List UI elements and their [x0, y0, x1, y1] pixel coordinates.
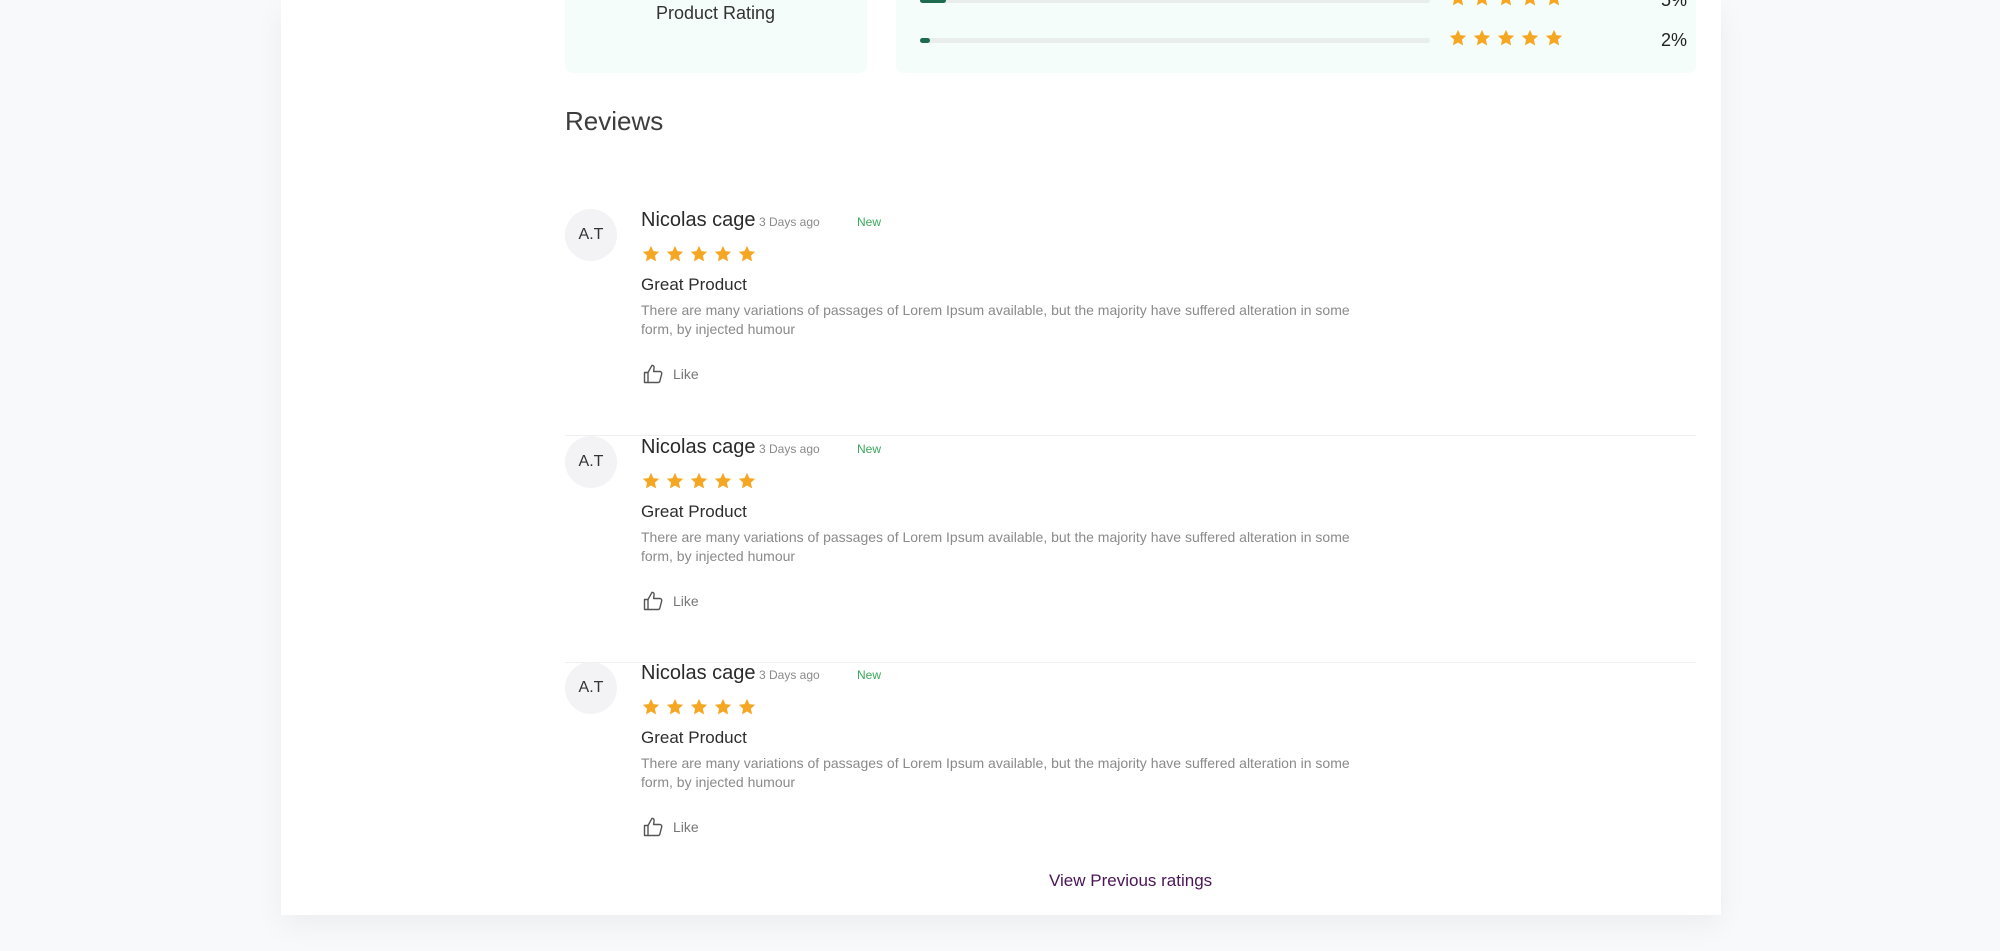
star-icon — [737, 244, 757, 264]
review-body: There are many variations of passages of… — [641, 755, 1350, 790]
star-icon — [713, 244, 733, 264]
review-item: A.T Nicolas cage 3 Days ago New Great Pr… — [565, 662, 1696, 888]
distribution-row: 2% — [920, 28, 1687, 54]
thumbs-up-icon — [641, 362, 665, 386]
reviewer-name: Nicolas cage — [641, 436, 756, 458]
distribution-percent: 2% — [1661, 30, 1688, 50]
star-icon — [689, 244, 709, 264]
rating-summary-panel: Product Rating — [565, 0, 867, 73]
review-stars — [641, 471, 757, 491]
distribution-stars — [1448, 0, 1564, 8]
distribution-bar-fill — [920, 0, 946, 3]
review-item: A.T Nicolas cage 3 Days ago New Great Pr… — [565, 209, 1696, 436]
like-button[interactable]: Like — [641, 362, 699, 386]
thumbs-up-icon — [641, 589, 665, 613]
avatar: A.T — [565, 662, 617, 714]
star-icon — [665, 244, 685, 264]
star-icon — [1544, 0, 1564, 8]
star-icon — [689, 697, 709, 717]
review-stars — [641, 697, 757, 717]
star-icon — [665, 697, 685, 717]
review-stars — [641, 244, 757, 264]
star-icon — [737, 697, 757, 717]
new-badge: New — [857, 442, 882, 456]
review-time: 3 Days ago — [759, 215, 820, 229]
distribution-bar-track — [920, 38, 1430, 43]
like-button[interactable]: Like — [641, 589, 699, 613]
like-label: Like — [673, 366, 699, 382]
new-badge: New — [857, 668, 882, 682]
star-icon — [713, 471, 733, 491]
star-icon — [641, 244, 661, 264]
reviewer-name: Nicolas cage — [641, 662, 756, 684]
review-item: A.T Nicolas cage 3 Days ago New Great Pr… — [565, 436, 1696, 663]
like-button[interactable]: Like — [641, 815, 699, 839]
distribution-percent: 5% — [1661, 0, 1688, 10]
star-icon — [665, 471, 685, 491]
review-body: There are many variations of passages of… — [641, 529, 1350, 564]
review-time: 3 Days ago — [759, 442, 820, 456]
distribution-row: 5% — [920, 0, 1687, 14]
review-body: There are many variations of passages of… — [641, 302, 1350, 337]
distribution-stars — [1448, 28, 1564, 48]
view-previous-ratings-link[interactable]: View Previous ratings — [1049, 871, 1212, 891]
avatar: A.T — [565, 209, 617, 261]
like-label: Like — [673, 593, 699, 609]
distribution-bar-track — [920, 0, 1430, 3]
reviews-heading: Reviews — [565, 106, 664, 136]
star-icon — [1472, 0, 1492, 8]
avatar: A.T — [565, 436, 617, 488]
star-icon — [1520, 0, 1540, 8]
star-icon — [641, 697, 661, 717]
product-rating-label: Product Rating — [656, 3, 776, 23]
new-badge: New — [857, 215, 882, 229]
review-time: 3 Days ago — [759, 668, 820, 682]
star-icon — [1496, 0, 1516, 8]
star-icon — [737, 471, 757, 491]
star-icon — [641, 471, 661, 491]
rating-distribution-panel: 5% 2% — [896, 0, 1696, 73]
review-title: Great Product — [641, 728, 747, 747]
star-icon — [1448, 0, 1468, 8]
reviewer-name: Nicolas cage — [641, 209, 756, 231]
star-icon — [1544, 28, 1564, 48]
star-icon — [713, 697, 733, 717]
star-icon — [689, 471, 709, 491]
star-icon — [1448, 28, 1468, 48]
distribution-bar-fill — [920, 38, 931, 43]
review-title: Great Product — [641, 275, 747, 294]
star-icon — [1520, 28, 1540, 48]
like-label: Like — [673, 819, 699, 835]
thumbs-up-icon — [641, 815, 665, 839]
review-title: Great Product — [641, 502, 747, 521]
star-icon — [1472, 28, 1492, 48]
star-icon — [1496, 28, 1516, 48]
